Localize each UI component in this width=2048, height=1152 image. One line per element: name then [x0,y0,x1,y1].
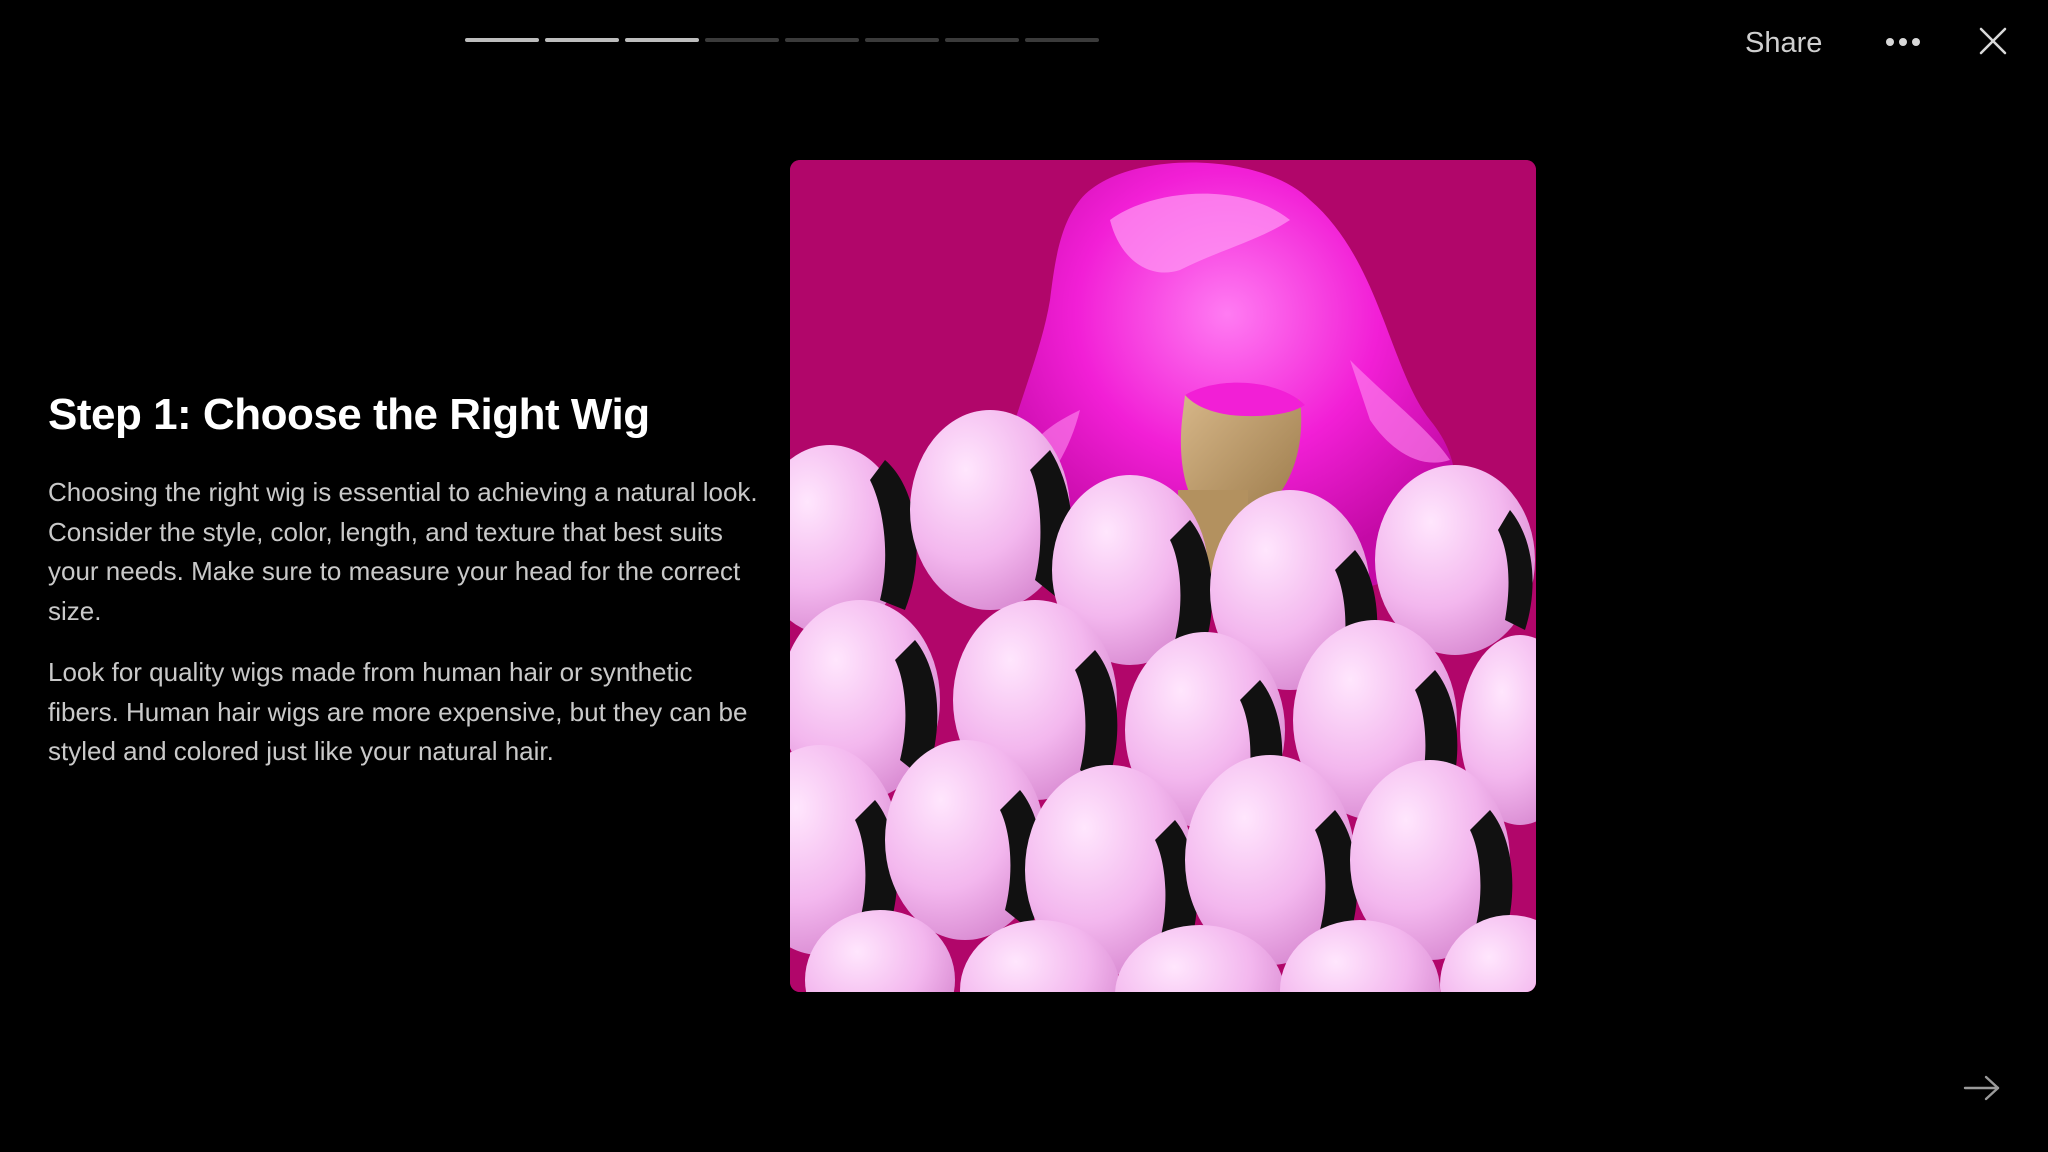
step-title: Step 1: Choose the Right Wig [48,390,650,439]
step-paragraph: Look for quality wigs made from human ha… [48,657,748,766]
step-content: Step 1: Choose the Right Wig Choosing th… [48,385,758,794]
progress-segment [465,38,539,42]
step-illustration [790,160,1536,992]
progress-segment [705,38,779,42]
step-paragraph: Choosing the right wig is essential to a… [48,477,758,626]
share-button[interactable]: Share [1745,24,1822,62]
more-dots-icon [1886,38,1920,46]
arrow-right-icon [1963,1075,2000,1101]
progress-segment [545,38,619,42]
progress-segment [865,38,939,42]
story-progress-bar [465,38,1099,42]
progress-segment [625,38,699,42]
progress-segment [1025,38,1099,42]
progress-segment [945,38,1019,42]
close-button[interactable] [1972,20,2014,62]
more-options-button[interactable] [1880,24,1928,60]
next-step-button[interactable] [1958,1068,2006,1108]
story-viewer: Share Step 1: Choose the Right Wig Choos… [0,0,2048,1152]
progress-segment [785,38,859,42]
wig-mannequins-illustration [790,160,1536,992]
close-icon [1979,27,2007,55]
